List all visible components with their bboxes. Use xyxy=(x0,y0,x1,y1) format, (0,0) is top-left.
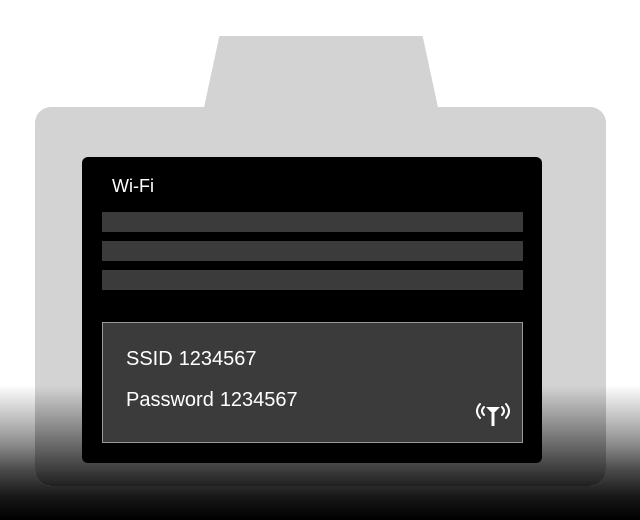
wifi-antenna-icon xyxy=(476,403,510,426)
screen-title: Wi-Fi xyxy=(112,176,154,196)
ssid-label: SSID xyxy=(126,348,173,370)
password-value: 1234567 xyxy=(219,389,298,411)
menu-bar-2[interactable] xyxy=(102,241,523,261)
wifi-info-panel: SSID 1234567 Password 1234567 xyxy=(102,322,523,443)
camera-lcd-screen: Wi-Fi SSID 1234567 Password 1234567 xyxy=(82,157,542,463)
ssid-line: SSID 1234567 xyxy=(126,348,257,370)
password-label: Password xyxy=(126,389,214,411)
menu-bar-3[interactable] xyxy=(102,270,523,290)
password-line: Password 1234567 xyxy=(126,389,298,411)
menu-bar-1[interactable] xyxy=(102,212,523,232)
ssid-value: 1234567 xyxy=(178,348,257,370)
